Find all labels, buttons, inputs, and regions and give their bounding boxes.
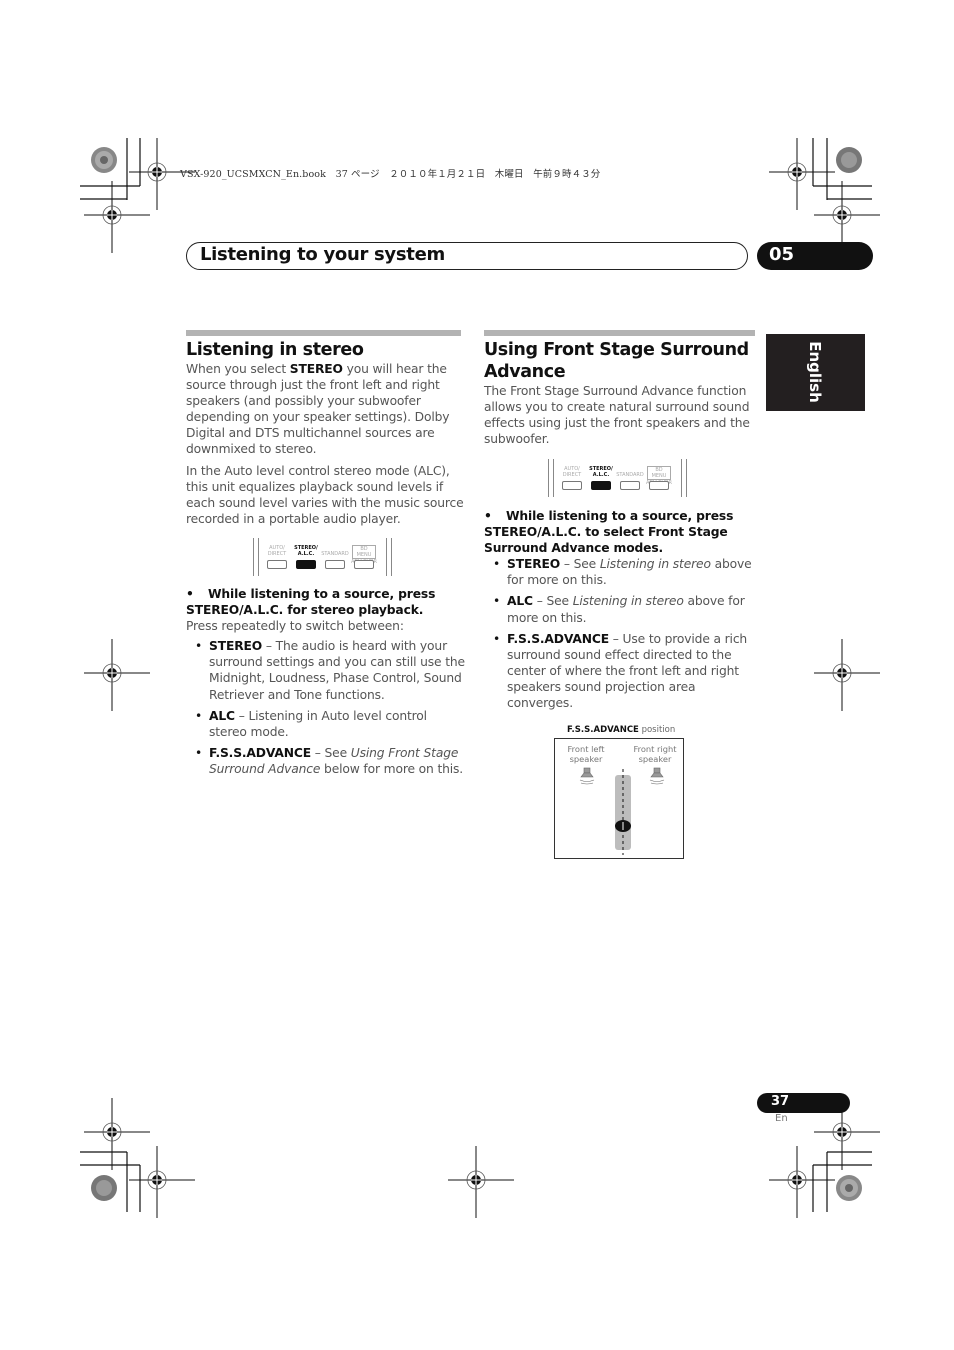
registration-target-icon [84,181,150,253]
panel-button-label: STANDARD [616,472,644,478]
instruction-step: • While listening to a source, press STER… [186,587,436,618]
print-header: VSX-920_UCSMXCN_En.book 37 ページ ２０１０年１月２１… [180,169,601,180]
panel-edge [553,459,554,497]
panel-edge [391,538,392,576]
panel-edge [681,459,682,497]
panel-edge [548,459,549,497]
mode-item-alc: ALC – See Listening in stereo above for … [493,593,759,625]
mode-item-fss: F.S.S.ADVANCE – See Using Front Stage Su… [195,745,466,777]
panel-edge [686,459,687,497]
language-tab-label: English [806,341,824,403]
panel-button [267,560,287,569]
panel-button [620,481,640,490]
panel-button-label: STANDARD [321,551,349,557]
front-left-speaker-icon [579,767,595,785]
mode-item-stereo: STEREO – The audio is heard with your su… [195,638,466,702]
panel-button [649,481,669,490]
registration-target-icon [814,639,880,711]
section-rule [484,330,755,336]
front-panel-illustration: AUTO/DIRECT STEREO/A.L.C. STANDARD BD MENU… [253,538,393,578]
section-rule [186,330,461,336]
chapter-number: 05 [769,244,795,265]
intro-paragraph: The Front Stage Surround Advance functio… [484,384,750,447]
section-heading: Listening in stereo [186,340,364,360]
right-instructions: • While listening to a source, press STER… [484,508,759,716]
panel-button [354,560,374,569]
mode-item-stereo: STEREO – See Listening in stereo above f… [493,556,759,588]
panel-button [296,560,316,569]
panel-edge [258,538,259,576]
registration-target-icon [84,1098,150,1170]
intro-paragraph: When you select STEREO you will hear the… [186,362,450,457]
registration-target-icon [769,138,835,210]
panel-edge [386,538,387,576]
diagram-caption: F.S.S.ADVANCE position [567,725,676,735]
registration-target-icon [129,1146,195,1218]
mode-item-alc: ALC – Listening in Auto level control st… [195,708,466,740]
crop-marks [80,138,880,1218]
panel-button [325,560,345,569]
right-section: Using Front Stage Surround Advance The F… [484,339,759,452]
registration-target-icon [84,639,150,711]
panel-button [562,481,582,490]
left-section: Listening in stereo When you select STER… [186,339,466,532]
panel-button-label: STEREO/A.L.C. [294,545,318,557]
page-language: En [775,1113,788,1124]
panel-button-label: AUTO/DIRECT [267,545,287,557]
panel-button-label: STEREO/A.L.C. [589,466,613,478]
press-note: Press repeatedly to switch between: [186,619,404,634]
mode-item-fss: F.S.S.ADVANCE – Use to provide a rich su… [493,631,759,711]
chapter-title: Listening to your system [200,244,445,265]
instruction-step: • While listening to a source, press STER… [484,509,734,556]
section-heading: Using Front Stage Surround Advance [484,340,749,382]
panel-button [591,481,611,490]
panel-edge [253,538,254,576]
registration-target-icon [769,1146,835,1218]
panel-button-label: AUTO/DIRECT [562,466,582,478]
left-instructions: • While listening to a source, press STER… [186,586,466,782]
fss-position-diagram: Front left speaker Front right speaker [554,738,684,859]
page-number: 37 [771,1094,790,1109]
registration-target-icon [448,1146,514,1218]
front-right-speaker-icon [649,767,665,785]
alc-paragraph: In the Auto level control stereo mode (A… [186,463,464,526]
front-panel-illustration: AUTO/DIRECT STEREO/A.L.C. STANDARD BD MENU… [548,459,688,499]
